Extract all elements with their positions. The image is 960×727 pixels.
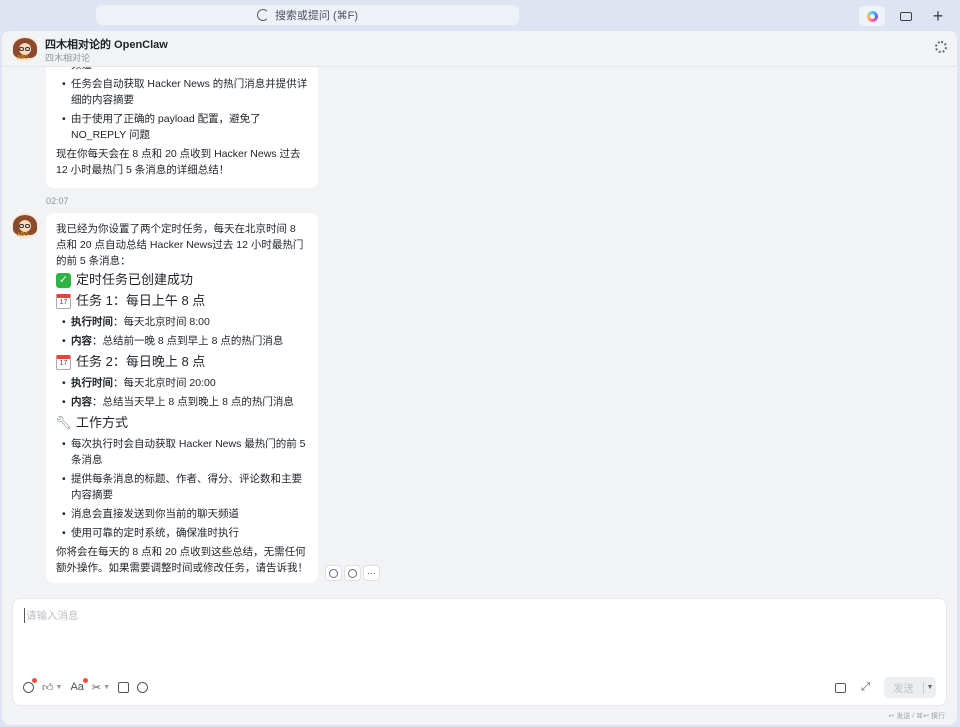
global-search-box[interactable]: 搜索或提问 (⌘F) [96, 5, 519, 25]
quick-reply-button[interactable] [834, 681, 847, 694]
reply-button[interactable] [344, 565, 361, 581]
check-mark-icon: ✓ [56, 272, 71, 288]
send-label: 发送 [893, 684, 914, 695]
chat-subtitle: 四木相对论 [45, 53, 91, 63]
list-item: 由于使用了正确的 payload 配置，避免了 NO_REPLY 问题 [56, 111, 308, 143]
more-button[interactable]: ··· [363, 565, 380, 581]
chat-panel: ABO 四木相对论的 OpenClaw 四木相对论 频道 任务会自动获取 Hac… [2, 31, 957, 725]
settings-gear-icon[interactable] [935, 41, 947, 53]
heading-text: 任务 1：每日上午 8 点 [76, 293, 206, 308]
thumbs-up-icon: 👍︎ [42, 681, 54, 694]
message-list[interactable]: 频道 任务会自动获取 Hacker News 的热门消息并提供详细的内容摘要 由… [2, 67, 957, 587]
more-icon: ··· [367, 568, 376, 578]
list-item: 内容：总结前一晚 8 点到早上 8 点的热门消息 [56, 333, 308, 349]
screen-icon [900, 11, 912, 21]
list-item: 执行时间：每天北京时间 8:00 [56, 314, 308, 330]
search-refresh-icon [256, 9, 269, 21]
scissors-icon: ✂︎ [91, 681, 102, 694]
field-value: ：每天北京时间 20:00 [113, 377, 216, 389]
message-text: 现在你每天会在 8 点和 20 点收到 Hacker News 过去 12 小时… [56, 148, 301, 176]
list-item: 使用可靠的定时系统，确保准时执行 [56, 525, 308, 541]
send-options-chevron-icon[interactable]: ▼ [924, 684, 936, 691]
message-timestamp: 02:07 [46, 196, 69, 206]
list-item: 消息会直接发送到你当前的聊天频道 [56, 506, 308, 522]
top-bar: 搜索或提问 (⌘F) + [0, 0, 960, 30]
ai-orb-icon [866, 10, 878, 22]
method-list: 每次执行时会自动获取 Hacker News 最热门的前 5 条消息 提供每条消… [56, 436, 308, 541]
heading-text: 任务 2：每日晚上 8 点 [76, 354, 206, 369]
new-button[interactable]: + [925, 6, 951, 26]
bot-avatar[interactable]: ABO [12, 213, 38, 239]
message-text: 你将会在每天的 8 点和 20 点收到这些总结，无需任何额外操作。如果需要调整时… [56, 546, 308, 574]
chevron-down-icon: ▼ [103, 683, 111, 691]
message-list-bullets: 任务会自动获取 Hacker News 的热门消息并提供详细的内容摘要 由于使用… [56, 76, 308, 143]
heading-task-1: 17 任务 1：每日上午 8 点 [56, 291, 308, 311]
message-composer[interactable]: 请输入消息 👍︎ ▼ Aa ✂︎ ▼ ⤢ 发送 ▼ [12, 598, 947, 706]
upload-icon [118, 681, 130, 693]
field-key: 执行时间 [71, 377, 113, 389]
list-item: 内容：总结当天早上 8 点到晚上 8 点的热门消息 [56, 394, 308, 410]
field-key: 内容 [71, 396, 92, 408]
heading-task-2: 17 任务 2：每日晚上 8 点 [56, 352, 308, 372]
avatar-tag: ABO [17, 55, 29, 61]
plus-icon: + [932, 5, 944, 26]
composer-toolbar: 👍︎ ▼ Aa ✂︎ ▼ [23, 678, 149, 696]
composer-right-tools: ⤢ 发送 ▼ [834, 677, 936, 698]
list-item: 提供每条消息的标题、作者、得分、评论数和主要内容摘要 [56, 471, 308, 503]
notification-dot [32, 678, 37, 683]
emoji-button[interactable] [23, 678, 37, 696]
task-1-details: 执行时间：每天北京时间 8:00 内容：总结前一晚 8 点到早上 8 点的热门消… [56, 314, 308, 349]
font-format-icon: Aa [70, 681, 84, 693]
wrench-icon: 🔧︎ [55, 415, 72, 430]
field-key: 内容 [71, 335, 92, 347]
add-button[interactable] [137, 678, 149, 696]
plus-circle-icon [137, 681, 149, 693]
chevron-down-icon: ▼ [55, 683, 63, 691]
message-bubble: 我已经为你设置了两个定时任务，每天在北京时间 8 点和 20 点自动总结 Hac… [46, 213, 318, 583]
expand-icon: ⤢ [861, 681, 870, 693]
field-value: ：总结当天早上 8 点到晚上 8 点的热门消息 [92, 396, 294, 408]
like-button[interactable]: 👍︎ ▼ [42, 678, 62, 696]
reaction-button[interactable] [325, 565, 342, 581]
message-actions: ··· [325, 565, 380, 581]
heading-text: 定时任务已创建成功 [76, 272, 194, 287]
task-2-details: 执行时间：每天北京时间 20:00 内容：总结当天早上 8 点到晚上 8 点的热… [56, 375, 308, 410]
chat-title[interactable]: 四木相对论的 OpenClaw [45, 36, 168, 52]
format-button[interactable]: Aa [70, 678, 89, 696]
heading-text: 工作方式 [76, 415, 129, 430]
emoji-icon [23, 681, 34, 693]
expand-button[interactable]: ⤢ [859, 681, 872, 694]
message-text: 我已经为你设置了两个定时任务，每天在北京时间 8 点和 20 点自动总结 Hac… [56, 223, 304, 267]
screenshot-button[interactable]: ✂︎ ▼ [92, 678, 110, 696]
calendar-icon: 17 [56, 293, 71, 309]
heading-success: ✓ 定时任务已创建成功 [56, 270, 308, 290]
chat-header: ABO 四木相对论的 OpenClaw 四木相对论 [2, 31, 957, 67]
send-button[interactable]: 发送 ▼ [884, 677, 936, 698]
notification-dot [83, 678, 89, 683]
avatar-tag: ABO [17, 232, 29, 238]
message-bubble: 频道 任务会自动获取 Hacker News 的热门消息并提供详细的内容摘要 由… [46, 67, 318, 188]
message-fragment: 频道 [56, 67, 308, 73]
template-icon [835, 682, 846, 693]
upload-button[interactable] [118, 678, 130, 696]
heading-method: 🔧︎ 工作方式 [55, 413, 308, 433]
ai-assistant-button[interactable] [859, 6, 885, 26]
field-key: 执行时间 [71, 316, 113, 328]
bot-avatar[interactable]: ABO [12, 36, 38, 62]
send-shortcut-hint: ↩ 发送 / ⌘↩ 换行 [888, 713, 945, 720]
list-item: 执行时间：每天北京时间 20:00 [56, 375, 308, 391]
list-item: 任务会自动获取 Hacker News 的热门消息并提供详细的内容摘要 [56, 76, 308, 108]
list-item: 每次执行时会自动获取 Hacker News 最热门的前 5 条消息 [56, 436, 308, 468]
message-input[interactable]: 请输入消息 [24, 608, 79, 623]
calendar-icon: 17 [56, 354, 71, 370]
emoji-reaction-icon [329, 568, 338, 578]
screen-share-button[interactable] [893, 6, 919, 26]
comment-icon [348, 568, 357, 578]
field-value: ：总结前一晚 8 点到早上 8 点的热门消息 [92, 335, 284, 347]
field-value: ：每天北京时间 8:00 [113, 316, 210, 328]
search-placeholder: 搜索或提问 (⌘F) [274, 10, 359, 22]
